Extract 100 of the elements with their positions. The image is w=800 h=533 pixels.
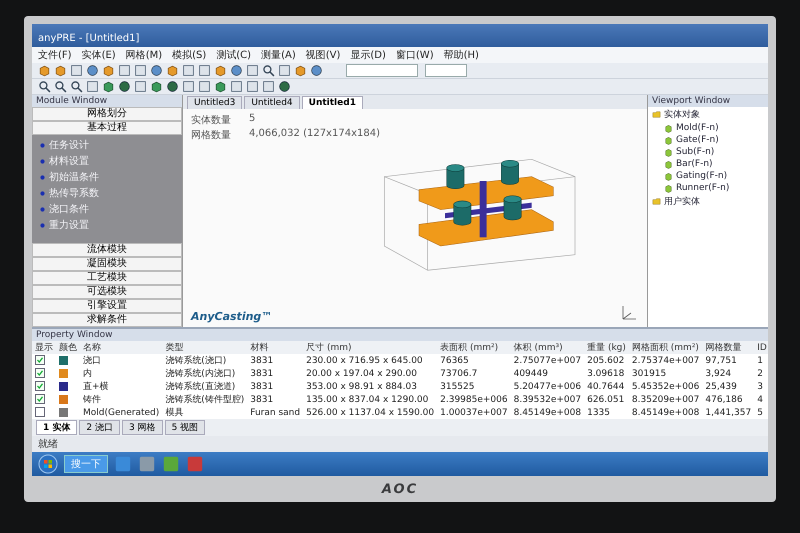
info-label: 实体数量	[191, 114, 231, 127]
table-cell-text: 409449	[512, 368, 549, 380]
window-title: anyPRE - [Untitled1]	[38, 33, 140, 44]
table-cell: 2.75374e+007	[628, 354, 702, 367]
column-header: 网格面积 (mm²)	[628, 341, 702, 354]
table-cell-text: 3	[756, 380, 764, 393]
menu-item[interactable]: 实体(E)	[82, 48, 116, 62]
column-header: 体积 (mm³)	[510, 341, 584, 354]
menu-item[interactable]: 测量(A)	[261, 48, 296, 62]
table-cell-text: 8.45149e+008	[512, 406, 582, 419]
square-icon[interactable]	[246, 64, 259, 77]
circle-icon[interactable]	[166, 80, 179, 93]
square-icon[interactable]	[262, 80, 275, 93]
bullet-icon	[40, 206, 45, 212]
table-cell-text: 浇铸系统(直浇道)	[164, 380, 236, 393]
tree-item[interactable]: Mold(F-n)	[676, 123, 719, 133]
bullet-icon	[40, 142, 45, 148]
sheet-tab[interactable]: 3 网格	[122, 420, 163, 435]
start-icon[interactable]	[38, 454, 58, 474]
table-cell-text: 8.45149e+008	[630, 406, 700, 419]
checkbox[interactable]	[35, 394, 45, 404]
square-icon[interactable]	[278, 64, 291, 77]
table-cell-text: 5	[756, 406, 764, 419]
search-icon[interactable]	[38, 80, 51, 93]
menu-item[interactable]: 帮助(H)	[444, 48, 479, 62]
square-icon[interactable]	[70, 64, 83, 77]
sheet-tab[interactable]: 2 浇口	[79, 420, 120, 435]
section-button[interactable]: 网格划分	[32, 107, 182, 121]
menu-item[interactable]: 窗口(W)	[396, 48, 434, 62]
menu-item[interactable]: 网格(M)	[126, 48, 162, 62]
circle-icon[interactable]	[278, 80, 291, 93]
square-icon[interactable]	[134, 80, 147, 93]
circle-icon[interactable]	[86, 64, 99, 77]
tree-item[interactable]: 用户实体	[664, 195, 700, 208]
square-icon[interactable]	[182, 64, 195, 77]
checkbox[interactable]	[35, 407, 45, 418]
table-cell-text: 2.39985e+006	[439, 394, 509, 406]
document-tab[interactable]: Untitled4	[244, 96, 300, 109]
circle-icon[interactable]	[230, 64, 243, 77]
table-cell-text: 626.051	[586, 394, 626, 406]
module-button[interactable]: 引擎设置	[32, 299, 182, 313]
sheet-tab[interactable]: 5 视图	[164, 420, 206, 435]
document-tab[interactable]: Untitled1	[302, 96, 363, 109]
menu-item[interactable]: 文件(F)	[38, 48, 72, 62]
square-icon[interactable]	[230, 80, 243, 93]
tree-item[interactable]: 实体对象	[664, 108, 700, 121]
square-icon[interactable]	[198, 64, 211, 77]
column-header: 材料	[247, 341, 304, 354]
square-icon[interactable]	[198, 80, 211, 93]
circle-icon[interactable]	[150, 64, 163, 77]
document-tab[interactable]: Untitled3	[187, 96, 242, 109]
search-icon[interactable]	[70, 80, 83, 93]
square-icon[interactable]	[182, 80, 195, 93]
logo-text: AnyCasting™	[191, 310, 272, 323]
table-cell: 浇铸系统(浇口)	[162, 354, 248, 367]
menu-item[interactable]: 显示(D)	[350, 48, 386, 62]
checkbox[interactable]	[35, 355, 45, 366]
tree-item[interactable]: Runner(F-n)	[676, 183, 730, 193]
checkbox[interactable]	[35, 381, 45, 392]
table-cell-text: 20.00 x 197.04 x 290.00	[305, 368, 418, 380]
square-icon[interactable]	[118, 64, 131, 77]
tree-item[interactable]: Gate(F-n)	[676, 135, 719, 145]
table-cell-text: 3831	[249, 380, 274, 393]
circle-icon[interactable]	[118, 80, 131, 93]
table-cell-text: 模具	[164, 406, 184, 419]
menu-item[interactable]: 模拟(S)	[172, 48, 206, 62]
column-header: 网格数量	[702, 341, 754, 354]
search-icon[interactable]	[262, 64, 275, 77]
table-cell: 205.602	[584, 354, 629, 367]
circle-icon[interactable]	[310, 64, 323, 77]
module-button[interactable]: 凝固模块	[32, 257, 182, 271]
menu-item[interactable]: 测试(C)	[216, 48, 252, 62]
table-cell-text: 直+横	[82, 380, 110, 393]
sheet-tab[interactable]: 1 实体	[36, 420, 78, 435]
brand-logo: AOC	[382, 482, 418, 496]
square-icon[interactable]	[86, 80, 99, 93]
module-button[interactable]: 流体模块	[32, 243, 182, 257]
module-button[interactable]: 工艺模块	[32, 271, 182, 285]
table-cell-text: 5.45352e+006	[630, 380, 700, 393]
search-icon[interactable]	[54, 80, 67, 93]
bullet-icon	[40, 190, 45, 196]
toolbar-field[interactable]	[425, 64, 467, 77]
table-cell: 3831	[247, 354, 304, 367]
table-cell-text: 1335	[586, 406, 611, 419]
square-icon[interactable]	[246, 80, 259, 93]
checkbox[interactable]	[35, 368, 45, 378]
module-button[interactable]: 求解条件	[32, 313, 182, 327]
tree-item[interactable]: Gating(F-n)	[676, 171, 728, 181]
column-header: 显示	[32, 341, 56, 354]
tree-item[interactable]: Bar(F-n)	[676, 159, 713, 169]
toolbar-field[interactable]	[346, 64, 418, 77]
status-text: 就绪	[38, 439, 58, 450]
menu-item[interactable]: 视图(V)	[306, 48, 340, 62]
table-cell: 97,751	[702, 354, 754, 367]
column-header: 颜色	[56, 341, 80, 354]
section-button[interactable]: 基本过程	[32, 121, 182, 135]
tree-item[interactable]: Sub(F-n)	[676, 147, 714, 157]
square-icon[interactable]	[134, 64, 147, 77]
module-button[interactable]: 可选模块	[32, 285, 182, 299]
table-cell-text: 8.39532e+007	[512, 394, 582, 406]
